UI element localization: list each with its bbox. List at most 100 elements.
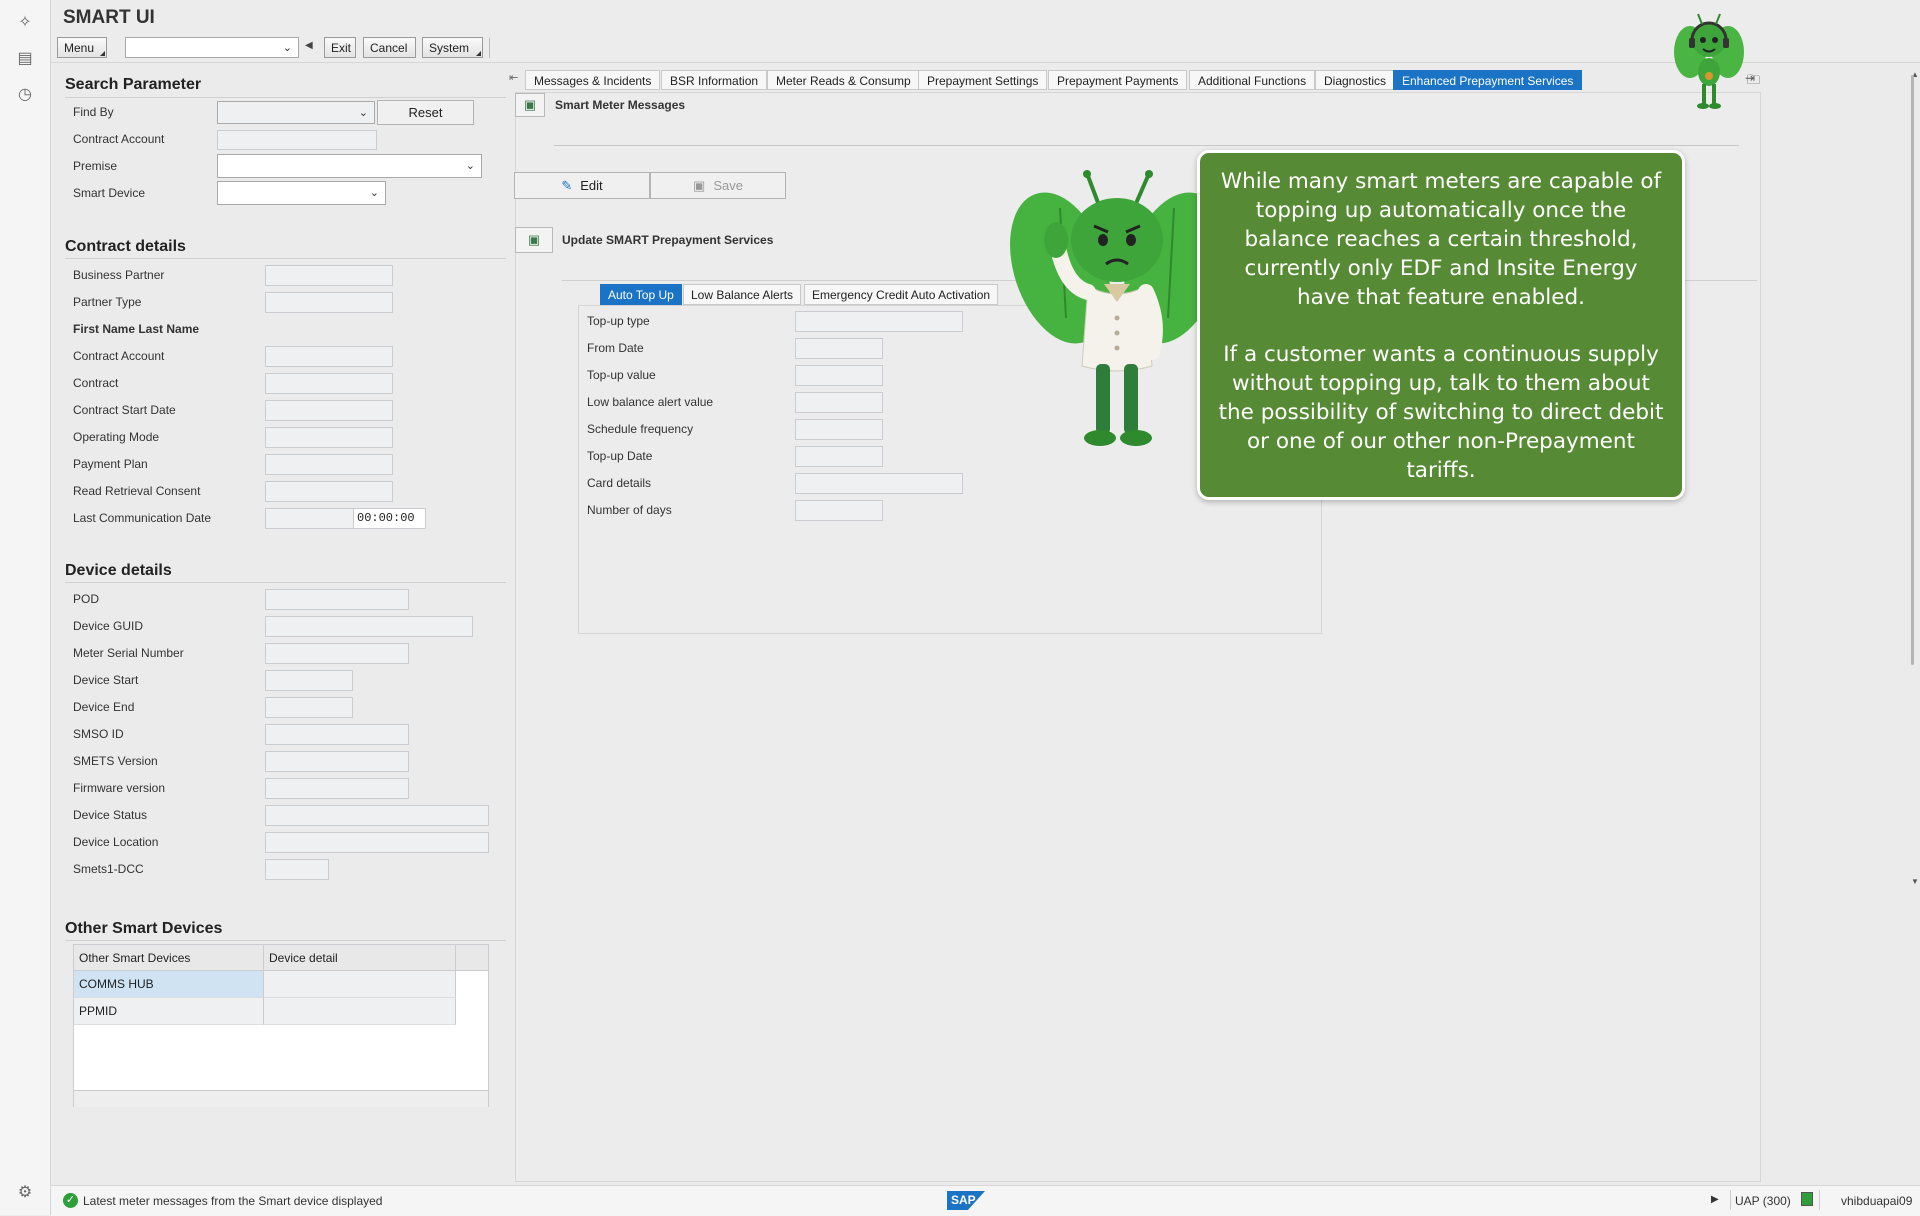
- sparkle-icon[interactable]: ✧: [14, 12, 36, 34]
- scrollbar-thumb[interactable]: [1911, 75, 1914, 665]
- subtab-emergency-credit[interactable]: Emergency Credit Auto Activation: [804, 284, 999, 305]
- partner-type-label: Partner Type: [73, 295, 142, 309]
- device-guid-field[interactable]: [265, 616, 473, 637]
- system-button[interactable]: System: [422, 37, 483, 58]
- save-button[interactable]: ▣ Save: [650, 172, 786, 199]
- tab-meter-reads[interactable]: Meter Reads & Consump: [767, 70, 920, 90]
- smart-device-label: Smart Device: [73, 186, 146, 200]
- firmware-version-field[interactable]: [265, 778, 409, 799]
- number-of-days-field[interactable]: [795, 500, 883, 521]
- table-cell[interactable]: [264, 998, 456, 1025]
- read-retrieval-consent-label: Read Retrieval Consent: [73, 484, 201, 498]
- card-details-field[interactable]: [795, 473, 963, 494]
- first-tab-icon[interactable]: ⇤: [509, 71, 518, 84]
- back-arrow-icon[interactable]: ◀: [305, 40, 313, 51]
- table-header-cell[interactable]: Other Smart Devices: [74, 945, 264, 971]
- smets-version-label: SMETS Version: [73, 754, 158, 768]
- device-end-field[interactable]: [265, 697, 353, 718]
- contract-details-title: Contract details: [65, 238, 186, 255]
- collapse-update-icon[interactable]: ▣: [515, 227, 553, 253]
- tab-prepayment-settings[interactable]: Prepayment Settings: [918, 70, 1048, 90]
- command-field[interactable]: ⌄: [125, 37, 299, 58]
- subtab-low-balance-alerts[interactable]: Low Balance Alerts: [683, 284, 802, 305]
- floppy-disk-icon: ▣: [693, 178, 706, 193]
- device-location-field[interactable]: [265, 832, 489, 853]
- tab-enhanced-prepayment-services[interactable]: Enhanced Prepayment Services: [1393, 70, 1583, 90]
- table-scrollbar[interactable]: [74, 1090, 488, 1107]
- title-bar: SMART UI: [51, 0, 1920, 34]
- table-row[interactable]: COMMS HUB: [74, 971, 264, 998]
- tab-messages-incidents[interactable]: Messages & Incidents: [525, 70, 661, 90]
- contract-field[interactable]: [265, 373, 393, 394]
- customer-name: First Name Last Name: [73, 322, 200, 336]
- app-title: SMART UI: [63, 7, 155, 28]
- tab-prepayment-payments[interactable]: Prepayment Payments: [1048, 70, 1188, 90]
- chevron-down-icon: ⌄: [358, 107, 368, 119]
- table-cell[interactable]: [264, 971, 456, 998]
- device-end-label: Device End: [73, 700, 135, 714]
- settings-gear-icon[interactable]: ⚙: [14, 1182, 36, 1204]
- from-date-field[interactable]: [795, 338, 883, 359]
- transactions-icon[interactable]: ▤: [14, 48, 36, 70]
- other-smart-devices-title: Other Smart Devices: [65, 920, 223, 937]
- mascot-character-image: [1010, 170, 1224, 446]
- callout-paragraph-2: If a customer wants a continuous supply …: [1218, 342, 1664, 483]
- scroll-down-icon[interactable]: ▼: [1911, 877, 1919, 886]
- payment-plan-field[interactable]: [265, 454, 393, 475]
- smart-device-select[interactable]: ⌄: [217, 181, 386, 205]
- contract-account-input[interactable]: [217, 130, 377, 150]
- top-up-type-field[interactable]: [795, 311, 963, 332]
- smso-id-field[interactable]: [265, 724, 409, 745]
- top-up-date-field[interactable]: [795, 446, 883, 467]
- left-rail: ✧ ▤ ◷ ⚙: [0, 0, 51, 1215]
- vertical-scrollbar[interactable]: ▲ ▼: [1906, 70, 1919, 1180]
- tab-bsr-information[interactable]: BSR Information: [661, 70, 768, 90]
- contract-account-field[interactable]: [265, 346, 393, 367]
- premise-select[interactable]: ⌄: [217, 154, 482, 178]
- messages-divider: [554, 145, 1739, 146]
- reset-button[interactable]: Reset: [377, 100, 474, 125]
- low-balance-alert-value-field[interactable]: [795, 392, 883, 413]
- menu-button[interactable]: Menu: [57, 37, 107, 58]
- smets-version-field[interactable]: [265, 751, 409, 772]
- device-location-label: Device Location: [73, 835, 159, 849]
- expand-status-icon[interactable]: ▶: [1711, 1194, 1719, 1205]
- low-balance-alert-value-label: Low balance alert value: [587, 395, 714, 409]
- collapse-messages-icon[interactable]: ▣: [515, 93, 545, 117]
- table-row[interactable]: PPMID: [74, 998, 264, 1025]
- find-by-select[interactable]: ⌄: [217, 101, 375, 124]
- divider: [65, 582, 506, 583]
- last-communication-date-label: Last Communication Date: [73, 511, 212, 525]
- meter-serial-number-field[interactable]: [265, 643, 409, 664]
- device-start-field[interactable]: [265, 670, 353, 691]
- business-partner-field[interactable]: [265, 265, 393, 286]
- top-up-value-field[interactable]: [795, 365, 883, 386]
- system-info: UAP (300): [1735, 1194, 1791, 1208]
- success-check-icon: ✓: [63, 1193, 78, 1208]
- session-icon[interactable]: [1801, 1192, 1813, 1206]
- smets1-dcc-field[interactable]: [265, 859, 329, 880]
- history-icon[interactable]: ◷: [14, 84, 36, 106]
- last-communication-date-field[interactable]: [265, 508, 354, 529]
- cancel-button[interactable]: Cancel: [363, 37, 416, 58]
- last-communication-time-field[interactable]: 00:00:00: [353, 508, 426, 529]
- read-retrieval-consent-field[interactable]: [265, 481, 393, 502]
- contract-start-date-field[interactable]: [265, 400, 393, 421]
- partner-type-field[interactable]: [265, 292, 393, 313]
- subtab-auto-top-up[interactable]: Auto Top Up: [600, 284, 682, 305]
- chevron-down-icon: ⌄: [369, 187, 379, 199]
- device-status-field[interactable]: [265, 805, 489, 826]
- exit-button[interactable]: Exit: [324, 37, 356, 58]
- chevron-down-icon: ⌄: [282, 42, 292, 54]
- table-header-cell[interactable]: Device detail: [264, 945, 456, 971]
- update-services-title: Update SMART Prepayment Services: [562, 233, 774, 247]
- tab-diagnostics[interactable]: Diagnostics: [1315, 70, 1396, 90]
- smso-id-label: SMSO ID: [73, 727, 124, 741]
- pod-field[interactable]: [265, 589, 409, 610]
- tab-additional-functions[interactable]: Additional Functions: [1189, 70, 1316, 90]
- edit-button[interactable]: ✎ Edit: [514, 172, 650, 199]
- contract-start-date-label: Contract Start Date: [73, 403, 176, 417]
- operating-mode-field[interactable]: [265, 427, 393, 448]
- schedule-frequency-field[interactable]: [795, 419, 883, 440]
- divider: [1819, 1190, 1820, 1210]
